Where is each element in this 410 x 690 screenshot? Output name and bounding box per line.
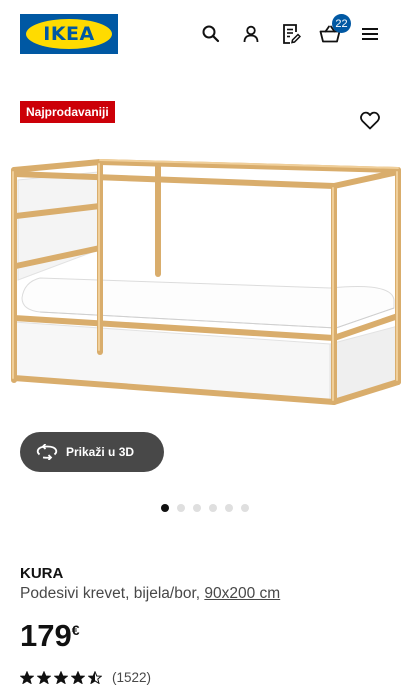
- logo-text: IKEA: [43, 23, 95, 45]
- gallery-dot[interactable]: [177, 504, 185, 512]
- ikea-logo[interactable]: IKEA: [20, 14, 118, 54]
- product-name: KURA: [20, 565, 64, 582]
- rotate-3d-icon: [36, 444, 58, 460]
- menu-icon[interactable]: [358, 22, 382, 46]
- gallery-dots: [161, 504, 249, 512]
- gallery-dot[interactable]: [225, 504, 233, 512]
- rating-stars: [20, 671, 102, 684]
- user-icon[interactable]: [239, 22, 263, 46]
- product-description: Podesivi krevet, bijela/bor, 90x200 cm: [20, 585, 280, 603]
- star-icon: [20, 671, 34, 684]
- star-icon: [88, 671, 102, 684]
- price-amount: 179: [20, 618, 72, 653]
- price-currency: €: [71, 622, 80, 638]
- gallery-dot[interactable]: [161, 504, 169, 512]
- product-price: 179 €: [20, 618, 80, 654]
- logo-oval: IKEA: [26, 19, 112, 49]
- header: IKEA 22: [0, 0, 410, 70]
- product-image[interactable]: [0, 150, 410, 420]
- cart-count-badge: 22: [332, 14, 351, 33]
- heart-icon[interactable]: [358, 108, 382, 132]
- product-size-link[interactable]: 90x200 cm: [204, 585, 280, 602]
- search-icon[interactable]: [199, 22, 223, 46]
- star-icon: [71, 671, 85, 684]
- star-icon: [54, 671, 68, 684]
- gallery-dot[interactable]: [241, 504, 249, 512]
- view-3d-label: Prikaži u 3D: [66, 445, 135, 459]
- gallery-dot[interactable]: [209, 504, 217, 512]
- product-description-text: Podesivi krevet, bijela/bor,: [20, 585, 205, 602]
- star-icon: [37, 671, 51, 684]
- product-rating[interactable]: (1522): [20, 670, 151, 685]
- rating-count: (1522): [112, 670, 152, 685]
- gallery-dot[interactable]: [193, 504, 201, 512]
- shopping-list-icon[interactable]: [279, 22, 303, 46]
- view-3d-button[interactable]: Prikaži u 3D: [20, 432, 164, 472]
- bestseller-badge: Najprodavaniji: [20, 101, 115, 123]
